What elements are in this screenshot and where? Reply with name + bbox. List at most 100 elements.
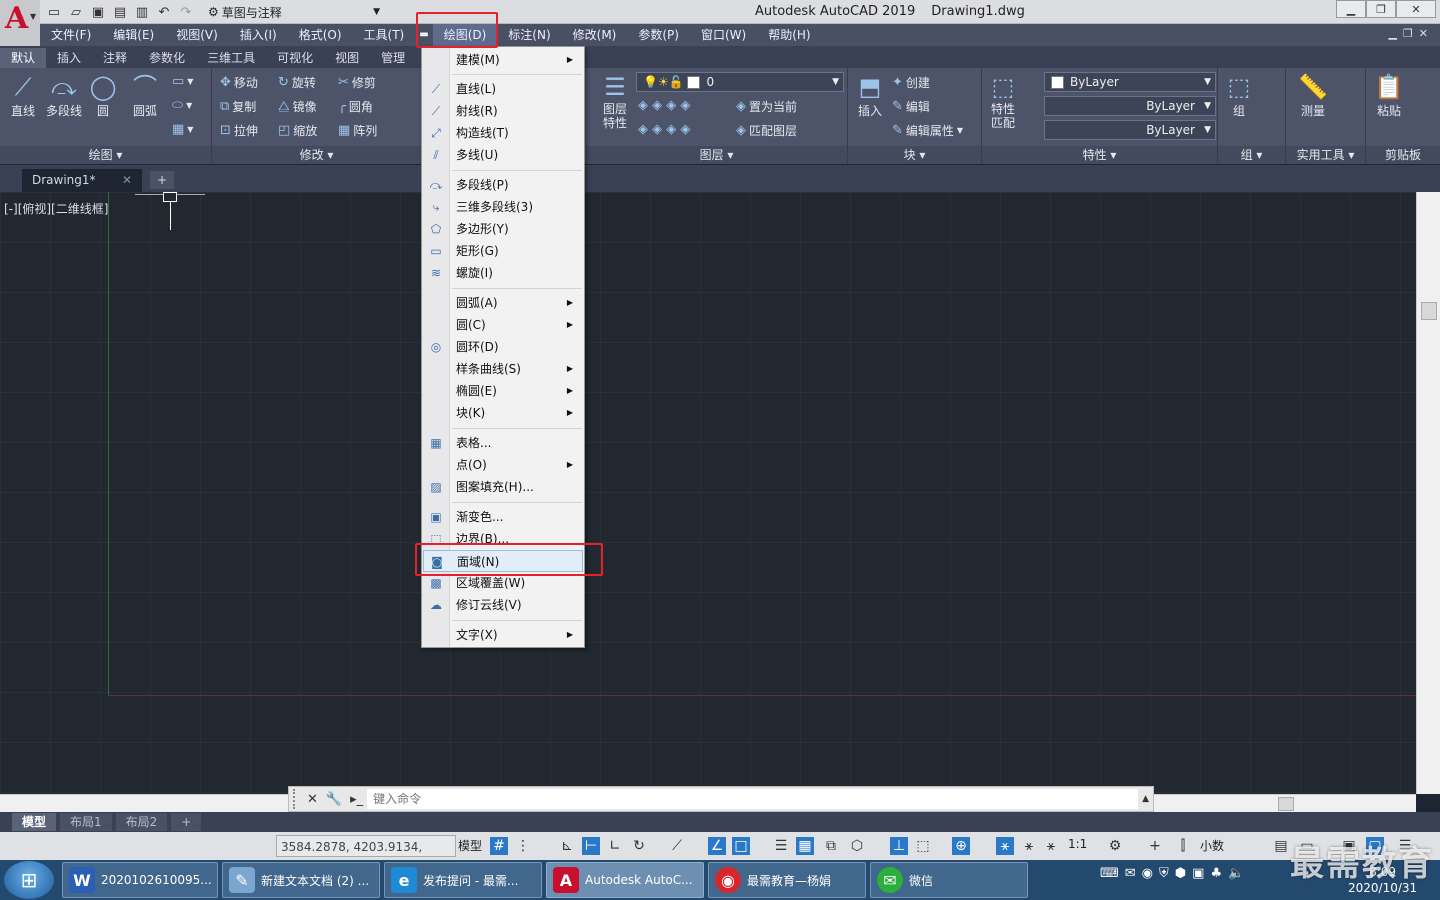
color-dropdown[interactable]: ByLayer ▼ xyxy=(1044,72,1216,92)
menu-item-spline[interactable]: 样条曲线(S) ▶ xyxy=(423,358,583,380)
tab-manage[interactable]: 管理 xyxy=(370,48,416,68)
menu-window[interactable]: 窗口(W) xyxy=(690,24,757,46)
layer-tools-row1[interactable]: ◈ ◈ ◈ ◈ xyxy=(638,98,690,113)
gizmo-icon[interactable]: ⊕ xyxy=(952,837,970,855)
mirror-button[interactable]: ⧋ 镜像 xyxy=(278,98,317,115)
group-button[interactable]: ⬚ 组 xyxy=(1222,72,1256,119)
menu-insert[interactable]: 插入(I) xyxy=(229,24,288,46)
keyboard-icon[interactable]: ⌨ xyxy=(1100,866,1119,881)
isometric-icon[interactable]: ⟋ xyxy=(668,837,686,855)
3d-object-snap-icon[interactable]: ⬡ xyxy=(848,837,866,855)
qq-icon[interactable]: ♣ xyxy=(1210,866,1222,881)
lineweight-dropdown[interactable]: ByLayer ▼ xyxy=(1044,120,1216,140)
dynamic-ucs-icon[interactable]: ⊥ xyxy=(890,837,908,855)
polyline-button[interactable]: ⤼ 多段线 xyxy=(44,72,84,119)
menu-item-line[interactable]: ⟋ 直线(L) xyxy=(423,78,583,100)
menu-item-table[interactable]: ▦ 表格... xyxy=(423,432,583,454)
menu-item-circle[interactable]: 圆(C) ▶ xyxy=(423,314,583,336)
menu-item-block[interactable]: 块(K) ▶ xyxy=(423,402,583,424)
save-as-icon[interactable]: ▤ xyxy=(110,3,130,21)
match-properties-button[interactable]: ⬚ 特性 匹配 xyxy=(986,72,1020,130)
layer-tools-row2[interactable]: ◈ ◈ ◈ ◈ xyxy=(638,122,690,137)
redo-icon[interactable]: ↷ xyxy=(176,3,196,21)
menu-format[interactable]: 格式(O) xyxy=(288,24,353,46)
move-button[interactable]: ✥ 移动 xyxy=(220,74,258,91)
volume-icon[interactable]: 🔈 xyxy=(1228,866,1244,881)
tab-annotate[interactable]: 注释 xyxy=(92,48,138,68)
menu-item-3d-polyline[interactable]: ⤷ 三维多段线(3) xyxy=(423,196,583,218)
fillet-button[interactable]: ╭ 圆角 xyxy=(338,98,373,115)
rectangle-button[interactable]: ▭ ▼ xyxy=(172,74,193,89)
menu-tools[interactable]: 工具(T) xyxy=(353,24,416,46)
gear-icon[interactable]: ⚙ xyxy=(1106,837,1124,855)
drag-handle[interactable] xyxy=(293,789,303,809)
menu-item-helix[interactable]: ≋ 螺旋(I) xyxy=(423,262,583,284)
weibo-icon[interactable]: ◉ xyxy=(1142,866,1153,881)
wechat-tray-icon[interactable]: ✉ xyxy=(1125,866,1136,881)
insert-block-button[interactable]: ⬒ 插入 xyxy=(852,72,888,119)
scale-button[interactable]: ◰ 缩放 xyxy=(278,122,317,139)
tab-default[interactable]: 默认 xyxy=(0,48,47,68)
menu-item-gradient[interactable]: ▣ 渐变色... xyxy=(423,506,583,528)
taskbar-item-notepad[interactable]: ✎ 新建文本文档 (2) ... xyxy=(222,862,380,898)
auto-scale-icon[interactable]: ⚹ xyxy=(1020,837,1038,855)
quick-properties-icon[interactable]: ▤ xyxy=(1272,837,1290,855)
vertical-scrollbar[interactable] xyxy=(1416,192,1440,794)
layers-panel-label[interactable]: 图层 ▾ xyxy=(586,146,847,164)
menu-dimension[interactable]: 标注(N) xyxy=(497,24,561,46)
horizontal-scroll-thumb[interactable] xyxy=(1278,797,1294,811)
set-current-button[interactable]: ◈ 置为当前 xyxy=(736,98,797,115)
menu-item-construction-line[interactable]: ⤢ 构造线(T) xyxy=(423,122,583,144)
stretch-button[interactable]: ⊡ 拉伸 xyxy=(220,122,258,139)
group-panel-label[interactable]: 组 ▾ xyxy=(1218,146,1285,164)
menu-item-modeling[interactable]: 建模(M) ▶ xyxy=(423,49,583,71)
draw-panel-label[interactable]: 绘图 ▾ xyxy=(0,146,211,164)
command-input[interactable] xyxy=(367,789,1139,809)
menu-item-text[interactable]: 文字(X) ▶ xyxy=(423,624,583,646)
annotation-scale[interactable]: 1:1 xyxy=(1068,837,1087,851)
workspace-dropdown[interactable]: ⚙ 草图与注释 ▼ xyxy=(204,2,384,22)
selection-cycling-icon[interactable]: ⧉ xyxy=(822,837,840,855)
create-block-button[interactable]: ✦ 创建 xyxy=(892,74,930,91)
rotate-button[interactable]: ↻ 旋转 xyxy=(278,74,316,91)
tab-view[interactable]: 视图 xyxy=(324,48,370,68)
tab-model[interactable]: 模型 xyxy=(12,813,57,831)
linetype-dropdown[interactable]: ByLayer ▼ xyxy=(1044,96,1216,116)
transparency-icon[interactable]: ▦ xyxy=(796,837,814,855)
menu-parametric[interactable]: 参数(P) xyxy=(627,24,690,46)
taskbar-item-autocad[interactable]: A Autodesk AutoC... xyxy=(546,862,704,898)
circle-button[interactable]: ◯ 圆 xyxy=(86,72,120,119)
paste-button[interactable]: 📋 粘贴 xyxy=(1372,72,1406,119)
menu-item-arc[interactable]: 圆弧(A) ▶ xyxy=(423,292,583,314)
menu-item-donut[interactable]: ◎ 圆环(D) xyxy=(423,336,583,358)
object-snap-tracking-icon[interactable]: ∠ xyxy=(708,837,726,855)
tab-visualize[interactable]: 可视化 xyxy=(266,48,324,68)
network-icon[interactable]: ⬢ xyxy=(1175,866,1186,881)
hatch-button[interactable]: ⬭ ▼ xyxy=(172,98,192,113)
tab-parametric[interactable]: 参数化 xyxy=(138,48,196,68)
save-icon[interactable]: ▣ xyxy=(88,3,108,21)
copy-button[interactable]: ⧉ 复制 xyxy=(220,98,256,115)
close-icon[interactable]: ✕ xyxy=(122,169,132,191)
app-menu-button[interactable]: A ▼ xyxy=(0,0,40,46)
open-file-icon[interactable]: ▱ xyxy=(66,3,86,21)
nvidia-icon[interactable]: ▣ xyxy=(1192,866,1204,881)
measure-button[interactable]: 📏 测量 xyxy=(1294,72,1332,119)
menu-item-ray[interactable]: ⟋ 射线(R) xyxy=(423,100,583,122)
new-file-icon[interactable]: ▭ xyxy=(44,3,64,21)
viewport-controls[interactable]: [-][俯视][二维线框] xyxy=(4,200,108,217)
command-prompt-icon[interactable]: ▸_ xyxy=(350,792,363,807)
arc-button[interactable]: ⌒ 圆弧 xyxy=(128,72,162,119)
drawing-canvas[interactable]: [-][俯视][二维线框] xyxy=(0,192,1416,794)
plus-icon[interactable]: + xyxy=(1146,837,1164,855)
modify-panel-label[interactable]: 修改 ▾ xyxy=(212,146,421,164)
close-button[interactable]: ✕ xyxy=(1396,0,1436,18)
vertical-scroll-thumb[interactable] xyxy=(1421,302,1437,320)
isolate-objects-icon[interactable]: ⫿ xyxy=(1174,837,1192,855)
trim-button[interactable]: ✂ 修剪 xyxy=(338,74,376,91)
infer-constraints-icon[interactable]: ⊾ xyxy=(558,837,576,855)
menu-item-point[interactable]: 点(O) ▶ xyxy=(423,454,583,476)
taskbar-item-ie[interactable]: e 发布提问 - 最需... xyxy=(384,862,542,898)
security-icon[interactable]: ⛨ xyxy=(1159,866,1169,881)
model-space-button[interactable]: 模型 xyxy=(458,835,482,857)
